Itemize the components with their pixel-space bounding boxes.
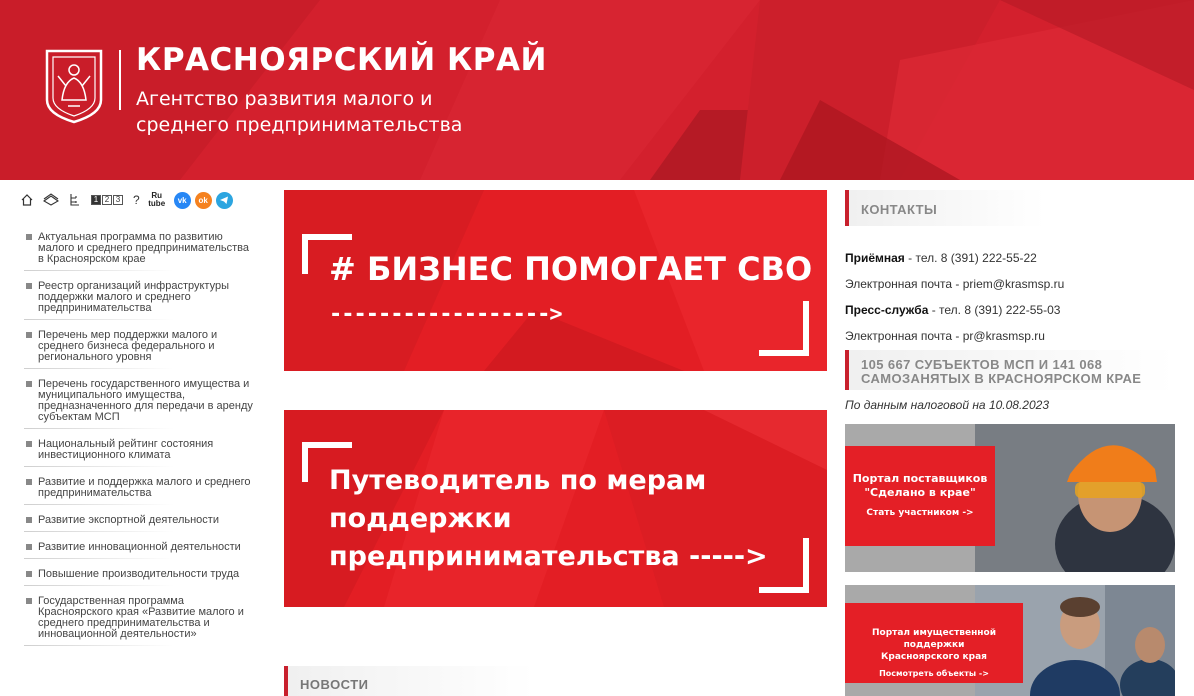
sidebar-item[interactable]: Реестр организаций инфраструктуры поддер… xyxy=(24,279,254,320)
sidebar-item[interactable]: Развитие инновационной деятельности xyxy=(24,540,254,559)
site-header: КРАСНОЯРСКИЙ КРАЙ Агентство развития мал… xyxy=(0,0,1194,180)
view-objects-link[interactable]: Посмотреть объекты -> xyxy=(845,668,1023,680)
sidebar-menu: Актуальная программа по развитию малого … xyxy=(24,230,254,654)
promo-title-line1: Портал поставщиков xyxy=(852,472,988,485)
telegram-icon[interactable] xyxy=(215,191,233,209)
sidebar-item[interactable]: Перечень государственного имущества и му… xyxy=(24,377,254,429)
map-icon[interactable] xyxy=(43,191,59,209)
header-divider xyxy=(119,50,121,110)
vk-icon[interactable]: vk xyxy=(173,191,191,209)
worker-photo xyxy=(975,424,1175,572)
rutube-icon[interactable]: Ru tube xyxy=(148,191,165,209)
sidebar-item[interactable]: Перечень мер поддержки малого и среднего… xyxy=(24,328,254,369)
press-email[interactable]: Электронная почта - pr@krasmsp.ru xyxy=(845,329,1045,343)
frame-corner-bottom-right xyxy=(759,301,809,356)
sidebar-item[interactable]: Государственная программа Красноярского … xyxy=(24,594,254,646)
support-guide-banner[interactable]: Путеводитель по мерам поддержки предприн… xyxy=(284,410,827,607)
font-size-3-button[interactable]: 3 xyxy=(113,195,123,205)
press-label: Пресс-служба xyxy=(845,303,929,317)
banner-title: # БИЗНЕС ПОМОГАЕТ СВО xyxy=(329,250,813,288)
suppliers-portal-label: Портал поставщиков "Сделано в крае" Стат… xyxy=(845,446,995,546)
suppliers-portal-banner[interactable]: Портал поставщиков "Сделано в крае" Стат… xyxy=(845,424,1175,572)
svo-banner[interactable]: # БИЗНЕС ПОМОГАЕТ СВО ------------------… xyxy=(284,190,827,371)
site-subtitle: Агентство развития малого и среднего пре… xyxy=(136,88,463,136)
sidebar-item[interactable]: Актуальная программа по развитию малого … xyxy=(24,230,254,271)
font-size-1-button[interactable]: 1 xyxy=(91,195,101,205)
sidebar-item[interactable]: Развитие экспортной деятельности xyxy=(24,513,254,532)
reception-phone: Приёмная - тел. 8 (391) 222-55-22 xyxy=(845,251,1037,265)
press-phone-value[interactable]: - тел. 8 (391) 222-55-03 xyxy=(928,303,1061,317)
home-icon[interactable] xyxy=(20,191,34,209)
press-phone: Пресс-служба - тел. 8 (391) 222-55-03 xyxy=(845,303,1060,317)
sidebar-item[interactable]: Национальный рейтинг состояния инвестици… xyxy=(24,437,254,467)
property-support-portal-banner[interactable]: Портал имущественной поддержки Красноярс… xyxy=(845,585,1175,696)
contacts-heading: КОНТАКТЫ xyxy=(845,190,1045,226)
reception-email[interactable]: Электронная почта - priem@krasmsp.ru xyxy=(845,277,1064,291)
help-icon[interactable]: ? xyxy=(133,191,140,209)
reception-phone-value[interactable]: - тел. 8 (391) 222-55-22 xyxy=(905,251,1037,265)
site-title[interactable]: КРАСНОЯРСКИЙ КРАЙ xyxy=(136,42,547,78)
font-size-2-button[interactable]: 2 xyxy=(102,195,112,205)
ok-icon[interactable]: ok xyxy=(194,191,212,209)
banner-arrow: ------------------> xyxy=(329,302,563,327)
font-size-icon[interactable]: 1 2 3 xyxy=(91,195,124,205)
become-participant-link[interactable]: Стать участником -> xyxy=(845,506,995,520)
sidebar-item[interactable]: Развитие и поддержка малого и среднего п… xyxy=(24,475,254,505)
msp-stats-heading: 105 667 СУБЪЕКТОВ МСП И 141 068 САМОЗАНЯ… xyxy=(845,350,1175,390)
coat-of-arms-icon[interactable] xyxy=(44,48,104,124)
sidebar-item[interactable]: Повышение производительности труда xyxy=(24,567,254,586)
promo-title-line2: "Сделано в крае" xyxy=(864,486,976,499)
property-portal-label: Портал имущественной поддержки Красноярс… xyxy=(845,603,1023,683)
accessibility-toolbar: 1 2 3 ? Ru tube vk ok xyxy=(20,190,237,210)
news-heading[interactable]: НОВОСТИ xyxy=(284,666,534,696)
promo-title-line1: Портал имущественной поддержки xyxy=(871,628,997,650)
promo-title-line2: Красноярского края xyxy=(881,652,987,662)
sitemap-icon[interactable] xyxy=(68,191,82,209)
stats-note: По данным налоговой на 10.08.2023 xyxy=(845,398,1049,412)
reception-label: Приёмная xyxy=(845,251,905,265)
banner-title: Путеводитель по мерам поддержки предприн… xyxy=(329,465,768,572)
